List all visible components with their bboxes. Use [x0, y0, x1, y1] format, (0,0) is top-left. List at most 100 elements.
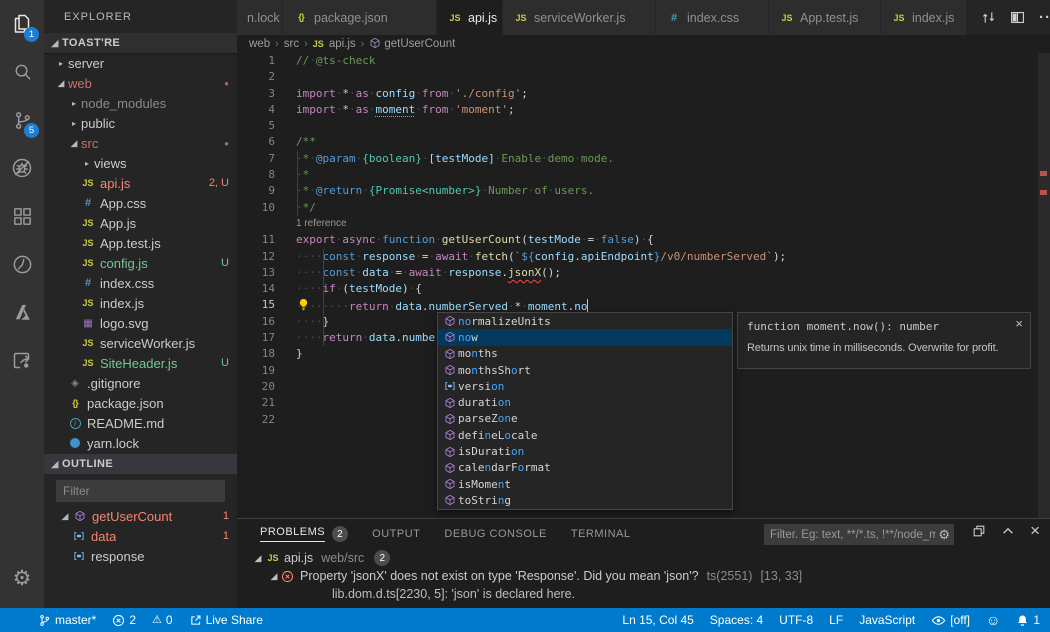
- breadcrumb[interactable]: web›src›JSapi.js›getUserCount: [237, 35, 1050, 53]
- json-file-icon: {}: [67, 398, 83, 409]
- tab-n.lock[interactable]: n.lock: [237, 0, 283, 35]
- suggestion-months[interactable]: months: [438, 346, 732, 362]
- status-screencast-mode[interactable]: [off]: [931, 613, 970, 628]
- tree-item-public[interactable]: ▸public: [44, 113, 237, 133]
- activity-settings[interactable]: ⚙: [0, 554, 44, 602]
- suggestion-monthsShort[interactable]: monthsShort: [438, 362, 732, 378]
- suggestion-isDuration[interactable]: isDuration: [438, 443, 732, 459]
- line-number: 8: [237, 167, 275, 183]
- tree-item-server[interactable]: ▸server: [44, 53, 237, 73]
- status-cursor-position[interactable]: Ln 15, Col 45: [622, 613, 693, 627]
- split-editor-icon[interactable]: [1010, 10, 1025, 25]
- status-language-mode[interactable]: JavaScript: [859, 613, 915, 627]
- breadcrumb-item-getUserCount[interactable]: getUserCount: [369, 37, 455, 52]
- suggestion-calendarFormat[interactable]: calendarFormat: [438, 460, 732, 476]
- tree-item-logo.svg[interactable]: ▦logo.svg: [44, 313, 237, 333]
- more-actions-icon[interactable]: ···: [1039, 13, 1050, 23]
- suggestion-defineLocale[interactable]: defineLocale: [438, 427, 732, 443]
- suggestion-now[interactable]: now: [438, 329, 732, 345]
- tab-index.js[interactable]: JSindex.js: [881, 0, 967, 35]
- open-changes-icon[interactable]: [981, 10, 996, 25]
- status-live-share[interactable]: Live Share: [189, 613, 263, 627]
- problems-error-row[interactable]: ◢ Property 'jsonX' does not exist on typ…: [237, 567, 1050, 585]
- code-line-5: 5: [237, 118, 1050, 134]
- tree-item-index.js[interactable]: JSindex.js: [44, 293, 237, 313]
- tab-package.json[interactable]: {}package.json: [283, 0, 437, 35]
- source-control-badge: 5: [24, 123, 39, 138]
- tree-item-web[interactable]: ◢web ●: [44, 73, 237, 93]
- tree-item-App.js[interactable]: JSApp.js: [44, 213, 237, 233]
- panel-tab-problems[interactable]: PROBLEMS 2: [260, 519, 348, 549]
- status-feedback[interactable]: ☺: [986, 613, 1000, 627]
- tree-item-.gitignore[interactable]: ◈.gitignore: [44, 373, 237, 393]
- maximize-panel-icon[interactable]: [1001, 524, 1015, 538]
- status-encoding[interactable]: UTF-8: [779, 613, 813, 627]
- filter-gear-icon[interactable]: ⚙: [938, 527, 954, 543]
- suggestion-version[interactable]: version: [438, 378, 732, 394]
- breadcrumb-item-api.js[interactable]: JSapi.js: [313, 38, 356, 50]
- suggestion-normalizeUnits[interactable]: normalizeUnits: [438, 313, 732, 329]
- activity-live-share[interactable]: [0, 336, 44, 384]
- tree-item-README.md[interactable]: iREADME.md: [44, 413, 237, 433]
- tab-api.js[interactable]: JSapi.js ●: [437, 0, 503, 35]
- explorer-section-header[interactable]: ◢ TOAST'RE: [44, 33, 237, 53]
- status-errors[interactable]: 2: [112, 613, 136, 627]
- activity-azure[interactable]: [0, 288, 44, 336]
- tree-item-serviceWorker.js[interactable]: JSserviceWorker.js: [44, 333, 237, 353]
- outline-section-header[interactable]: ◢ OUTLINE: [44, 454, 237, 474]
- js-file-icon: JS: [779, 13, 795, 23]
- problems-related-row[interactable]: lib.dom.d.ts[2230, 5]: 'json' is declare…: [237, 585, 1050, 603]
- suggestion-duration[interactable]: duration: [438, 394, 732, 410]
- restore-panel-icon[interactable]: [972, 524, 986, 538]
- activity-extensions[interactable]: [0, 192, 44, 240]
- status-notifications[interactable]: 1: [1016, 613, 1040, 627]
- panel-tab-output[interactable]: OUTPUT: [372, 519, 420, 549]
- activity-source-control[interactable]: 5: [0, 96, 44, 144]
- outline-filter-input[interactable]: [56, 480, 225, 502]
- breadcrumb-item-web[interactable]: web: [249, 38, 270, 50]
- activity-search[interactable]: [0, 48, 44, 96]
- problems-file-row[interactable]: ◢JS api.jsweb/src 2: [237, 549, 1050, 567]
- status-indentation[interactable]: Spaces: 4: [710, 613, 763, 627]
- tree-item-src[interactable]: ◢src ●: [44, 133, 237, 153]
- tree-item-package.json[interactable]: {}package.json: [44, 393, 237, 413]
- tree-item-nodemodules[interactable]: ▸node_modules: [44, 93, 237, 113]
- suggestion-toString[interactable]: toString: [438, 492, 732, 508]
- tab-App.test.js[interactable]: JSApp.test.js: [769, 0, 881, 35]
- codelens-references[interactable]: 1 reference: [237, 216, 1050, 232]
- status-git-branch[interactable]: master*: [38, 613, 96, 627]
- tree-item-response[interactable]: response: [44, 546, 237, 566]
- symbol-method-icon: [441, 348, 458, 360]
- outline-title: OUTLINE: [62, 458, 113, 470]
- activity-explorer[interactable]: 1: [0, 0, 44, 48]
- tree-item-getUserCount[interactable]: ◢getUserCount 1: [44, 506, 237, 526]
- panel-tab-debug-console[interactable]: DEBUG CONSOLE: [444, 519, 546, 549]
- tree-item-App.css[interactable]: #App.css: [44, 193, 237, 213]
- close-panel-icon[interactable]: ×: [1030, 524, 1040, 538]
- tree-item-yarn.lock[interactable]: yarn.lock: [44, 433, 237, 453]
- tree-item-data[interactable]: data 1: [44, 526, 237, 546]
- problems-filter-input[interactable]: [764, 529, 938, 541]
- line-number: 12: [237, 249, 275, 265]
- gauge-icon: [11, 253, 34, 276]
- symbol-method-icon: [369, 37, 381, 52]
- status-eol[interactable]: LF: [829, 613, 843, 627]
- tree-item-api.js[interactable]: JSapi.js 2, U: [44, 173, 237, 193]
- tree-item-config.js[interactable]: JSconfig.js U: [44, 253, 237, 273]
- close-icon[interactable]: ×: [1015, 316, 1023, 331]
- suggestion-parseZone[interactable]: parseZone: [438, 411, 732, 427]
- activity-debug[interactable]: [0, 144, 44, 192]
- error-ruler-mark: [1040, 171, 1047, 176]
- tab-serviceWorker.js[interactable]: JSserviceWorker.js: [503, 0, 656, 35]
- overview-ruler[interactable]: [1038, 53, 1050, 518]
- breadcrumb-item-src[interactable]: src: [284, 38, 299, 50]
- tree-item-App.test.js[interactable]: JSApp.test.js: [44, 233, 237, 253]
- activity-gauge[interactable]: [0, 240, 44, 288]
- tree-item-views[interactable]: ▸views: [44, 153, 237, 173]
- panel-tab-terminal[interactable]: TERMINAL: [571, 519, 631, 549]
- tree-item-SiteHeader.js[interactable]: JSSiteHeader.js U: [44, 353, 237, 373]
- suggestion-isMoment[interactable]: isMoment: [438, 476, 732, 492]
- tab-index.css[interactable]: #index.css: [656, 0, 769, 35]
- tree-item-index.css[interactable]: #index.css: [44, 273, 237, 293]
- status-warnings[interactable]: ⚠0: [152, 613, 173, 627]
